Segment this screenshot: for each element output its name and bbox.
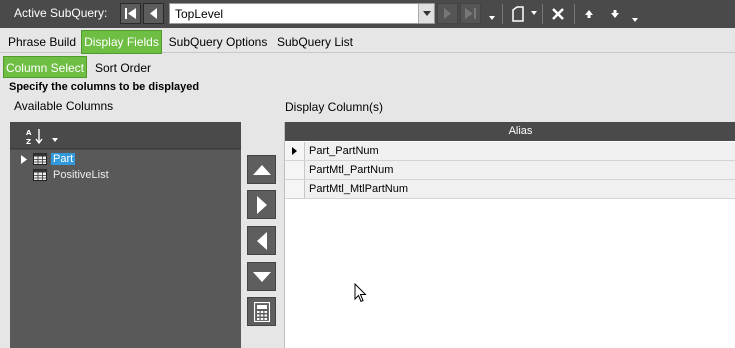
calculator-icon bbox=[253, 301, 270, 322]
prev-record-button[interactable] bbox=[143, 3, 164, 24]
tab-subquery-options[interactable]: SubQuery Options bbox=[166, 31, 270, 53]
display-columns-title: Display Column(s) bbox=[285, 100, 384, 114]
toolbar-separator bbox=[502, 4, 503, 24]
move-up-column-button[interactable] bbox=[247, 155, 276, 184]
svg-text:Z: Z bbox=[26, 138, 31, 145]
prev-icon bbox=[150, 8, 157, 19]
table-row[interactable]: PartMtl_PartNum bbox=[285, 161, 735, 180]
triangle-down-icon bbox=[252, 271, 271, 282]
delete-button[interactable] bbox=[547, 4, 569, 24]
row-selector bbox=[285, 180, 305, 198]
move-down-column-button[interactable] bbox=[247, 262, 276, 291]
grid-header: Alias bbox=[285, 122, 735, 141]
caret-down-icon[interactable] bbox=[489, 16, 495, 20]
last-icon bbox=[465, 8, 476, 19]
chevron-down-icon[interactable] bbox=[418, 4, 434, 23]
column-header-alias[interactable]: Alias bbox=[305, 122, 735, 141]
display-columns-grid: Alias Part_PartNum PartMtl_PartNum PartM… bbox=[284, 122, 735, 348]
move-down-button[interactable] bbox=[604, 4, 626, 24]
tab-phrase-build[interactable]: Phrase Build bbox=[4, 31, 80, 53]
tree-item-label: Part bbox=[51, 153, 76, 165]
caret-down-icon[interactable] bbox=[632, 18, 638, 22]
toolbar-separator bbox=[542, 4, 543, 24]
table-icon bbox=[33, 153, 47, 165]
new-icon bbox=[512, 6, 524, 22]
instructions-text: Specify the columns to be displayed bbox=[9, 81, 200, 93]
available-columns-tree: Part PositiveList bbox=[10, 150, 241, 348]
table-icon bbox=[33, 169, 47, 181]
move-down-icon bbox=[611, 10, 619, 18]
expand-arrow-icon[interactable] bbox=[18, 151, 30, 167]
table-row[interactable]: PartMtl_MtlPartNum bbox=[285, 180, 735, 199]
delete-icon bbox=[552, 8, 564, 20]
available-columns-panel: A Z Part PositiveList bbox=[10, 122, 241, 348]
first-icon bbox=[125, 8, 136, 19]
tab-column-select[interactable]: Column Select bbox=[3, 56, 87, 78]
new-button[interactable] bbox=[507, 4, 529, 24]
table-row[interactable]: Part_PartNum bbox=[285, 142, 735, 161]
sort-az-icon[interactable]: A Z bbox=[26, 127, 46, 145]
main-toolbar: Active SubQuery: TopLevel bbox=[0, 0, 735, 28]
add-column-button[interactable] bbox=[247, 190, 276, 219]
caret-down-icon[interactable] bbox=[531, 11, 537, 15]
subquery-select-value: TopLevel bbox=[175, 7, 224, 21]
available-columns-toolbar: A Z bbox=[10, 122, 241, 149]
triangle-right-icon bbox=[256, 195, 267, 214]
triangle-up-icon bbox=[252, 164, 271, 175]
next-record-button[interactable] bbox=[437, 3, 458, 24]
move-up-icon bbox=[585, 10, 593, 18]
caret-down-icon[interactable] bbox=[52, 138, 58, 142]
main-tabs: Phrase Build Display Fields SubQuery Opt… bbox=[0, 29, 735, 54]
first-record-button[interactable] bbox=[120, 3, 141, 24]
triangle-left-icon bbox=[256, 231, 267, 250]
mouse-cursor-icon bbox=[354, 283, 367, 303]
sub-tabs: Column Select Sort Order bbox=[0, 54, 735, 78]
available-columns-title: Available Columns bbox=[14, 99, 114, 113]
tab-sort-order[interactable]: Sort Order bbox=[90, 57, 156, 79]
remove-column-button[interactable] bbox=[247, 226, 276, 255]
active-subquery-label: Active SubQuery: bbox=[14, 6, 108, 20]
tree-item-positivelist[interactable]: PositiveList bbox=[18, 167, 111, 183]
toolbar-separator bbox=[574, 4, 575, 24]
last-record-button[interactable] bbox=[460, 3, 481, 24]
row-selector bbox=[285, 161, 305, 179]
row-selector-icon bbox=[285, 142, 305, 160]
move-up-button[interactable] bbox=[578, 4, 600, 24]
svg-text:A: A bbox=[26, 129, 32, 137]
tree-item-part[interactable]: Part bbox=[18, 151, 76, 167]
subquery-select[interactable]: TopLevel bbox=[169, 3, 435, 24]
next-icon bbox=[444, 8, 451, 19]
calculated-field-button[interactable] bbox=[247, 297, 276, 326]
tree-item-label: PositiveList bbox=[53, 169, 109, 181]
alias-cell: PartMtl_MtlPartNum bbox=[309, 183, 409, 195]
tab-subquery-list[interactable]: SubQuery List bbox=[274, 31, 356, 53]
tab-display-fields[interactable]: Display Fields bbox=[81, 30, 162, 54]
alias-cell: Part_PartNum bbox=[309, 145, 379, 157]
alias-cell: PartMtl_PartNum bbox=[309, 164, 394, 176]
